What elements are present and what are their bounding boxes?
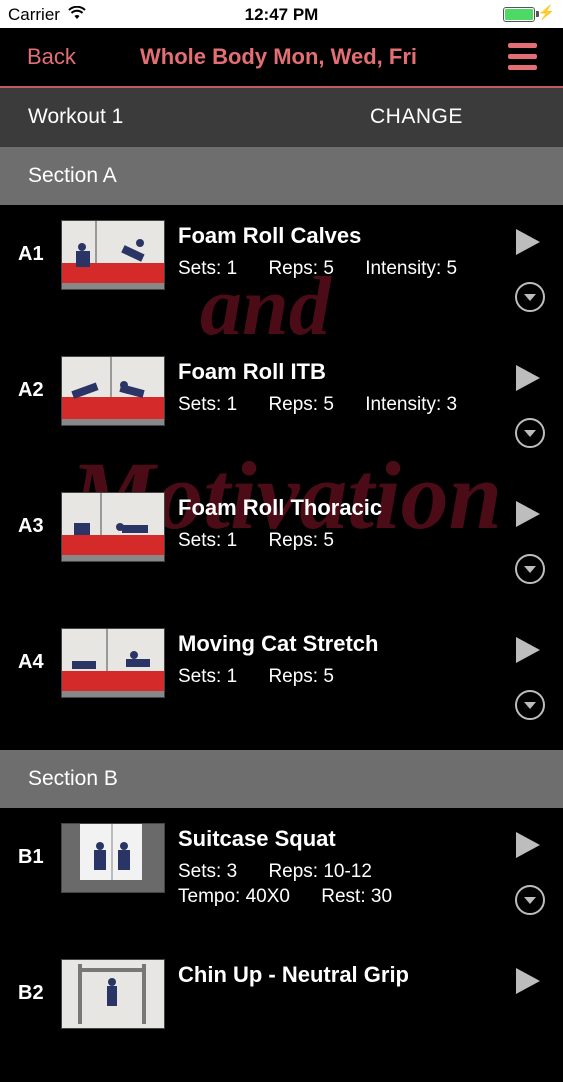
workout-bar: Workout 1 CHANGE bbox=[0, 88, 563, 147]
exercise-details: Sets: 3 Reps: 10-12 bbox=[178, 861, 372, 883]
exercise-code: A1 bbox=[18, 243, 44, 265]
hamburger-menu-icon[interactable] bbox=[508, 43, 537, 71]
exercise-row-a1[interactable]: A1 Foam Roll Calves Sets: 1 Reps: 5 Inte… bbox=[0, 207, 563, 343]
reps-value: Reps: 5 bbox=[268, 666, 334, 687]
rest-value: Rest: 30 bbox=[321, 886, 393, 907]
exercise-thumbnail bbox=[61, 823, 165, 893]
play-icon[interactable] bbox=[516, 365, 540, 391]
section-title: Section B bbox=[28, 767, 118, 790]
exercise-thumbnail bbox=[61, 959, 165, 1029]
exercise-details: Sets: 1 Reps: 5 bbox=[178, 530, 334, 552]
exercise-thumbnail bbox=[61, 628, 165, 698]
sets-value: Sets: 1 bbox=[178, 394, 238, 415]
sets-value: Sets: 1 bbox=[178, 530, 238, 551]
exercise-code: A3 bbox=[18, 515, 44, 537]
play-icon[interactable] bbox=[516, 501, 540, 527]
exercise-row-a4[interactable]: A4 Moving Cat Stretch Sets: 1 Reps: 5 bbox=[0, 615, 563, 751]
section-header-b: Section B bbox=[0, 750, 563, 808]
workout-name: Workout 1 bbox=[28, 105, 124, 128]
exercise-thumbnail bbox=[61, 356, 165, 426]
sets-value: Sets: 1 bbox=[178, 258, 238, 279]
exercise-code: A4 bbox=[18, 651, 44, 673]
battery-icon bbox=[503, 7, 535, 22]
expand-chevron-icon[interactable] bbox=[515, 554, 545, 584]
exercise-thumbnail bbox=[61, 492, 165, 562]
status-bar: Carrier 12:47 PM ⚡ bbox=[0, 0, 563, 28]
exercise-code: B2 bbox=[18, 982, 44, 1004]
back-button[interactable]: Back bbox=[27, 44, 76, 70]
exercise-name: Foam Roll Thoracic bbox=[178, 495, 383, 520]
exercise-name: Foam Roll Calves bbox=[178, 223, 362, 248]
exercise-code: A2 bbox=[18, 379, 44, 401]
change-workout-button[interactable]: CHANGE bbox=[370, 105, 463, 129]
tempo-value: Tempo: 40X0 bbox=[178, 886, 290, 907]
play-icon[interactable] bbox=[516, 637, 540, 663]
exercise-row-b2[interactable]: B2 Chin Up - Neutral Grip bbox=[0, 946, 563, 1082]
play-icon[interactable] bbox=[516, 832, 540, 858]
exercise-row-a2[interactable]: A2 Foam Roll ITB Sets: 1 Reps: 5 Intensi… bbox=[0, 343, 563, 479]
exercise-name: Foam Roll ITB bbox=[178, 359, 326, 384]
nav-bar: Back Whole Body Mon, Wed, Fri bbox=[0, 28, 563, 88]
expand-chevron-icon[interactable] bbox=[515, 282, 545, 312]
section-title: Section A bbox=[28, 164, 117, 187]
expand-chevron-icon[interactable] bbox=[515, 690, 545, 720]
play-icon[interactable] bbox=[516, 229, 540, 255]
page-title: Whole Body Mon, Wed, Fri bbox=[140, 44, 418, 69]
exercise-details: Sets: 1 Reps: 5 Intensity: 5 bbox=[178, 258, 457, 280]
sets-value: Sets: 1 bbox=[178, 666, 238, 687]
section-header-a: Section A bbox=[0, 147, 563, 205]
charging-icon: ⚡ bbox=[537, 4, 555, 20]
exercise-row-a3[interactable]: A3 Foam Roll Thoracic Sets: 1 Reps: 5 bbox=[0, 479, 563, 615]
reps-value: Reps: 5 bbox=[268, 258, 334, 279]
exercise-row-b1[interactable]: B1 Suitcase Squat Sets: 3 Reps: 10-12 Te… bbox=[0, 810, 563, 946]
exercise-name: Moving Cat Stretch bbox=[178, 631, 379, 656]
intensity-value: Intensity: 3 bbox=[365, 394, 458, 415]
intensity-value: Intensity: 5 bbox=[365, 258, 458, 279]
expand-chevron-icon[interactable] bbox=[515, 885, 545, 915]
exercise-thumbnail bbox=[61, 220, 165, 290]
exercise-name: Chin Up - Neutral Grip bbox=[178, 962, 409, 987]
exercise-details-extra: Tempo: 40X0 Rest: 30 bbox=[178, 886, 392, 908]
clock: 12:47 PM bbox=[244, 5, 319, 24]
reps-value: Reps: 5 bbox=[268, 530, 334, 551]
reps-value: Reps: 5 bbox=[268, 394, 334, 415]
expand-chevron-icon[interactable] bbox=[515, 418, 545, 448]
play-icon[interactable] bbox=[516, 968, 540, 994]
exercise-details: Sets: 1 Reps: 5 bbox=[178, 666, 334, 688]
reps-value: Reps: 10-12 bbox=[268, 861, 372, 882]
sets-value: Sets: 3 bbox=[178, 861, 238, 882]
exercise-code: B1 bbox=[18, 846, 44, 868]
exercise-details: Sets: 1 Reps: 5 Intensity: 3 bbox=[178, 394, 457, 416]
exercise-name: Suitcase Squat bbox=[178, 826, 336, 851]
